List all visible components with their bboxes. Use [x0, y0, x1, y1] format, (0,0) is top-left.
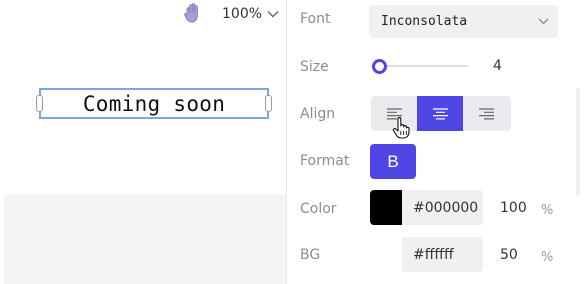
resize-handle-left[interactable] — [36, 95, 43, 112]
canvas[interactable]: 100% Coming soon — [0, 0, 286, 284]
font-select-value: Inconsolata — [381, 14, 468, 29]
chevron-down-icon — [267, 11, 279, 18]
chevron-down-icon — [538, 18, 549, 25]
canvas-gray-area — [4, 194, 286, 284]
format-label: Format — [300, 153, 350, 169]
align-right-button[interactable] — [463, 96, 509, 131]
bold-button[interactable]: B — [370, 144, 416, 179]
slider-thumb[interactable] — [372, 59, 387, 74]
align-right-icon — [478, 107, 494, 119]
align-center-button[interactable] — [417, 96, 463, 131]
size-slider[interactable] — [372, 56, 468, 76]
zoom-level: 100% — [222, 6, 263, 22]
size-label: Size — [300, 59, 329, 75]
bg-color-hex-input[interactable]: #ffffff — [402, 237, 483, 272]
align-center-icon — [432, 107, 448, 119]
text-color-swatch[interactable] — [370, 190, 402, 225]
panel-scrollbar[interactable] — [576, 88, 580, 196]
align-left-button[interactable] — [371, 96, 417, 131]
resize-handle-right[interactable] — [265, 95, 272, 112]
align-left-icon — [386, 107, 402, 119]
align-label: Align — [300, 106, 336, 122]
size-value: 4 — [493, 58, 502, 74]
bg-color-opacity-unit: % — [541, 250, 554, 265]
bg-color-opacity[interactable]: 50 — [500, 247, 518, 263]
hand-tool-icon[interactable] — [183, 2, 203, 24]
text-color-opacity[interactable]: 100 — [500, 200, 527, 216]
color-label: Color — [300, 201, 337, 217]
text-color-hex-input[interactable]: #000000 — [402, 190, 483, 225]
panel-divider — [286, 0, 287, 284]
align-button-group — [371, 96, 511, 131]
font-label: Font — [300, 11, 331, 27]
selected-text-element[interactable]: Coming soon — [36, 88, 272, 119]
zoom-dropdown[interactable]: 100% — [222, 5, 279, 23]
bg-label: BG — [300, 247, 321, 263]
text-element-content[interactable]: Coming soon — [83, 92, 225, 116]
font-select[interactable]: Inconsolata — [369, 5, 558, 38]
text-color-opacity-unit: % — [541, 203, 554, 218]
bg-color-swatch[interactable] — [370, 237, 402, 272]
